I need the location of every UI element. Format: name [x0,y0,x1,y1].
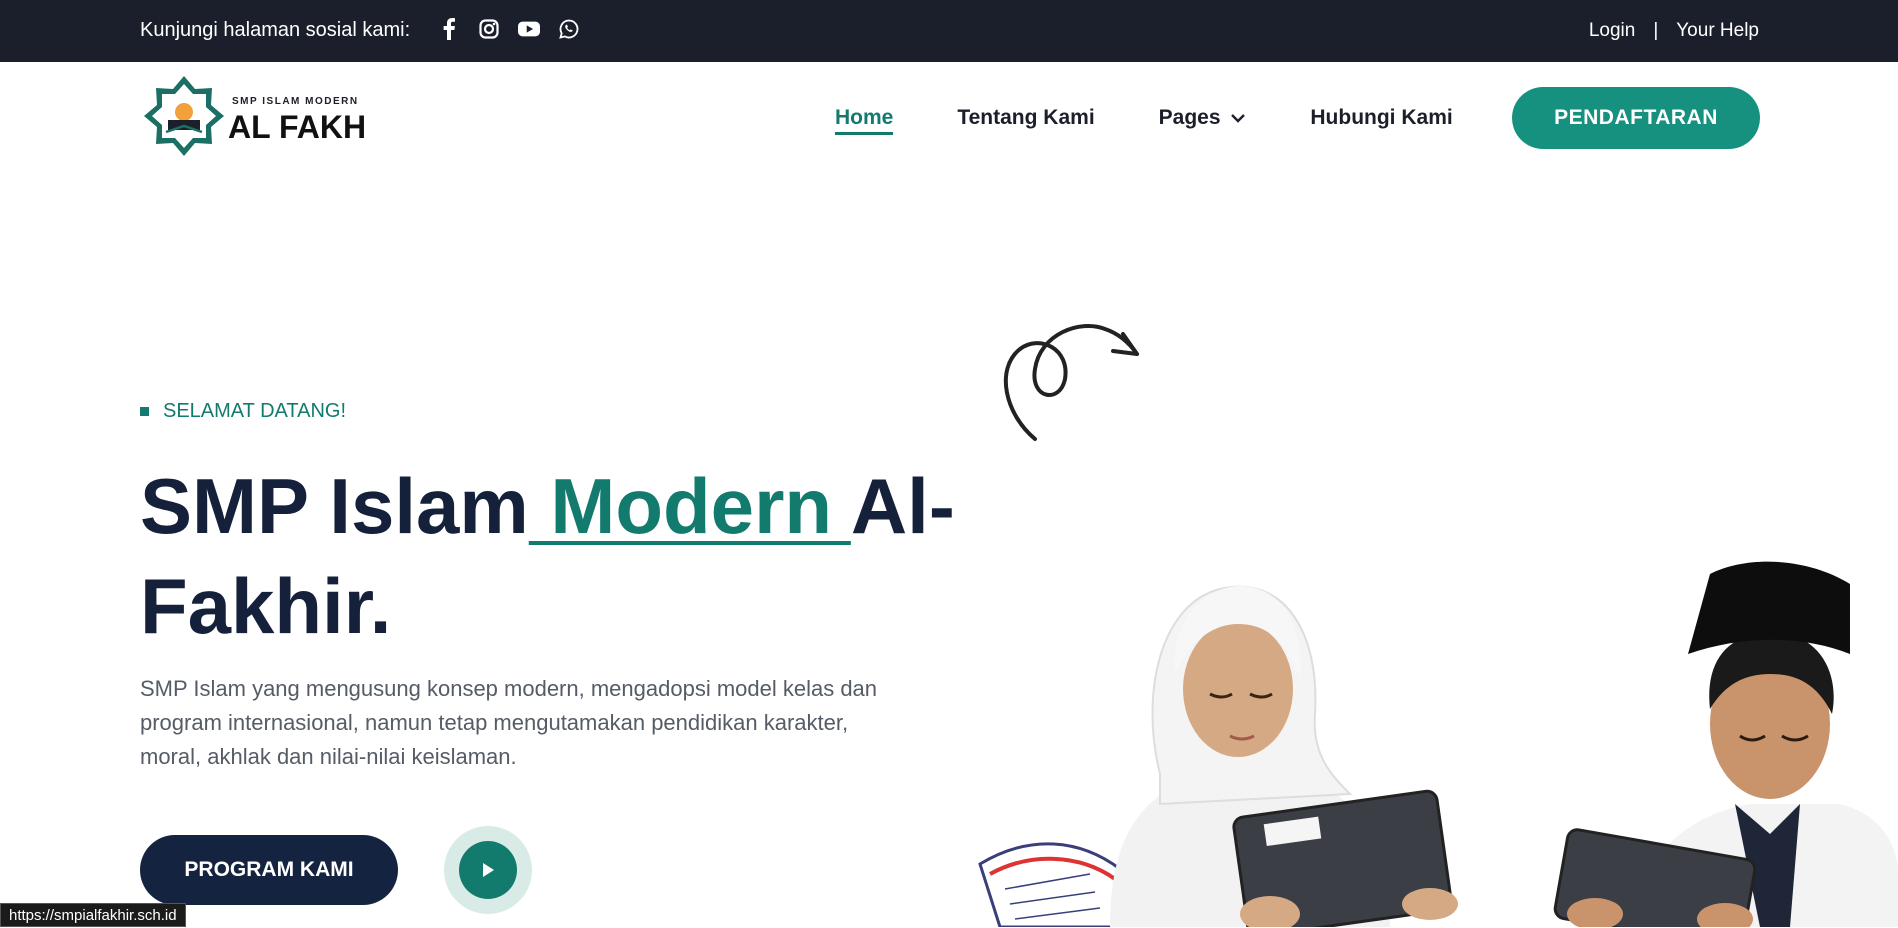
nav-pages[interactable]: Pages [1159,106,1247,135]
pendaftaran-button[interactable]: PENDAFTARAN [1512,87,1760,149]
nav-menu: Home Tentang Kami Pages Hubungi Kami [835,106,1453,135]
social-label: Kunjungi halaman sosial kami: [140,19,411,41]
nav-pages-label: Pages [1158,106,1221,129]
play-icon [459,841,517,899]
top-bar: Kunjungi halaman sosial kami: Login | Yo… [0,0,1898,62]
welcome-eyebrow: SELAMAT DATANG! [140,400,346,423]
youtube-icon[interactable] [518,18,540,40]
nav-home[interactable]: Home [835,106,894,135]
swirl-arrow-decoration [1003,323,1139,441]
logo-line2: AL FAKHiR [228,109,364,145]
hero-description: SMP Islam yang mengusung konsep modern, … [140,676,878,769]
hero-title: SMP Islam Modern Al-Fakhir. [140,456,1020,656]
school-logo[interactable]: SMP ISLAM MODERN AL FAKHiR [144,72,398,160]
facebook-icon[interactable] [438,18,460,40]
divider: | [1653,20,1659,41]
square-bullet-icon [140,407,149,416]
students-photo [978,561,1898,927]
nav-hubungi-kami[interactable]: Hubungi Kami [1310,106,1452,135]
login-link[interactable]: Login [1589,20,1636,42]
whatsapp-icon[interactable] [558,18,580,40]
chevron-down-icon [1231,114,1246,124]
nav-tentang-kami[interactable]: Tentang Kami [957,106,1094,135]
hero-section: SELAMAT DATANG! SMP Islam Modern Al-Fakh… [0,174,1898,927]
main-navbar: SMP ISLAM MODERN AL FAKHiR Home Tentang … [0,62,1898,174]
account-links: Login | Your Help [1589,20,1759,42]
hero-title-accent: Modern [528,462,851,550]
status-bar-url: https://smpialfakhir.sch.id [0,903,186,927]
hero-title-part1: SMP Islam [140,462,529,550]
play-video-button[interactable] [444,826,532,914]
program-kami-button[interactable]: PROGRAM KAMI [140,835,398,905]
instagram-icon[interactable] [478,18,500,40]
social-icons [438,18,580,40]
help-link[interactable]: Your Help [1676,20,1759,42]
welcome-text: SELAMAT DATANG! [163,400,346,422]
logo-line1: SMP ISLAM MODERN [232,96,359,107]
